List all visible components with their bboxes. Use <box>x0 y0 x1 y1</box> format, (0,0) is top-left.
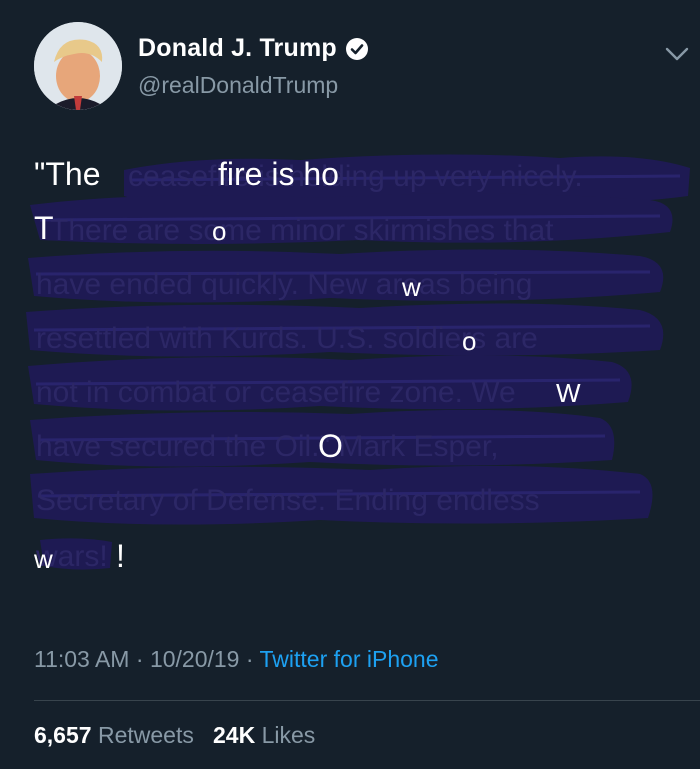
obscured-line-2: There are some minor skirmishes that <box>50 214 554 247</box>
fragment-w-3: w <box>34 544 53 574</box>
retweets-label: Retweets <box>97 722 194 748</box>
obscured-line-6: have secured the Oil." Mark Esper, <box>36 430 499 463</box>
fragment-o-2: o <box>462 326 477 356</box>
tweet-source-link[interactable]: Twitter for iPhone <box>260 646 439 672</box>
fragment-exclamation: ! <box>116 538 125 574</box>
retweet-count: 6,657 <box>34 722 92 748</box>
fragment-fire: fire is ho <box>218 156 339 192</box>
meta-separator: · <box>135 646 144 672</box>
fragment-o-3: O <box>318 428 343 464</box>
avatar[interactable] <box>34 22 122 110</box>
display-name[interactable]: Donald J. Trump <box>138 34 369 63</box>
like-count: 24K <box>213 722 256 748</box>
tweet-meta: 11:03 AM · 10/20/19 · Twitter for iPhone <box>34 646 438 673</box>
retweets-stat[interactable]: 6,657 Retweets <box>34 722 200 748</box>
fragment-w-1: w <box>402 272 421 302</box>
fragment-w-2: W <box>556 378 581 408</box>
likes-label: Likes <box>261 722 316 748</box>
obscured-line-3: have ended quickly. New areas being <box>36 268 532 301</box>
tweet-stats: 6,657 Retweets 24K Likes <box>34 722 315 749</box>
fragment-t: T <box>34 210 54 246</box>
tweet-date[interactable]: 10/20/19 <box>150 646 240 672</box>
obscured-line-7: Secretary of Defense. Ending endless <box>36 484 540 517</box>
tweet-time[interactable]: 11:03 AM <box>34 646 129 672</box>
likes-stat[interactable]: 24K Likes <box>213 722 315 748</box>
display-name-text[interactable]: Donald J. Trump <box>138 34 337 63</box>
obscured-line-5: not in combat or ceasefire zone. We <box>36 376 516 409</box>
fragment-open-quote: "The <box>34 156 101 192</box>
divider <box>34 700 700 701</box>
chevron-down-icon[interactable] <box>664 44 690 64</box>
meta-separator-2: · <box>245 646 254 672</box>
obscured-line-1: ceasefire is holding up very nicely. <box>128 160 583 193</box>
verified-badge-icon <box>345 37 368 60</box>
fragment-o-1: o <box>212 216 227 246</box>
user-handle[interactable]: @realDonaldTrump <box>138 72 338 99</box>
